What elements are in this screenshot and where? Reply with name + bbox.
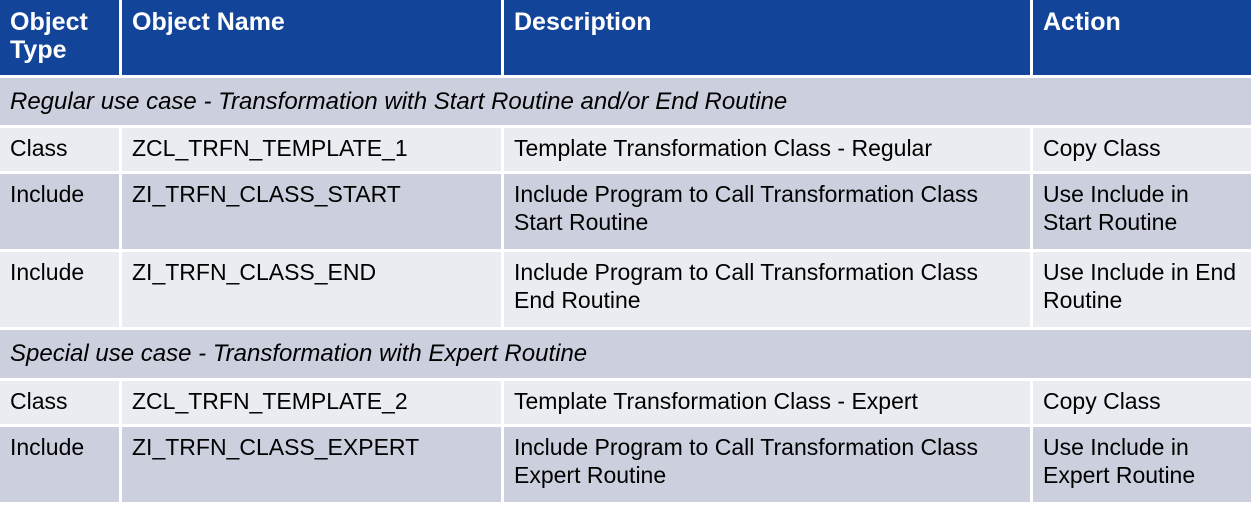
table-row: Include ZI_TRFN_CLASS_EXPERT Include Pro… <box>0 426 1251 505</box>
cell-object-type: Class <box>0 380 122 427</box>
cell-object-type: Include <box>0 174 122 253</box>
cell-object-name: ZI_TRFN_CLASS_END <box>122 252 504 331</box>
cell-action: Use Include in End Routine <box>1033 252 1251 331</box>
column-header-object-name: Object Name <box>122 0 504 78</box>
table-header-row: Object Type Object Name Description Acti… <box>0 0 1251 78</box>
section-title-regular: Regular use case - Transformation with S… <box>0 78 1251 129</box>
cell-object-name: ZCL_TRFN_TEMPLATE_1 <box>122 128 504 175</box>
cell-object-name: ZI_TRFN_CLASS_EXPERT <box>122 426 504 505</box>
cell-description: Include Program to Call Transformation C… <box>504 426 1033 505</box>
column-header-action: Action <box>1033 0 1251 78</box>
table-row: Class ZCL_TRFN_TEMPLATE_1 Template Trans… <box>0 128 1251 175</box>
cell-action: Copy Class <box>1033 128 1251 175</box>
cell-description: Include Program to Call Transformation C… <box>504 174 1033 253</box>
cell-description: Template Transformation Class - Regular <box>504 128 1033 175</box>
section-title-special: Special use case - Transformation with E… <box>0 330 1251 381</box>
cell-object-type: Include <box>0 426 122 505</box>
table-header: Object Type Object Name Description Acti… <box>0 0 1251 78</box>
table-row: Include ZI_TRFN_CLASS_START Include Prog… <box>0 174 1251 253</box>
column-header-object-type: Object Type <box>0 0 122 78</box>
section-header-row-special: Special use case - Transformation with E… <box>0 330 1251 381</box>
object-reference-table: Object Type Object Name Description Acti… <box>0 0 1251 505</box>
table-row: Include ZI_TRFN_CLASS_END Include Progra… <box>0 252 1251 331</box>
column-header-description: Description <box>504 0 1033 78</box>
cell-action: Use Include in Expert Routine <box>1033 426 1251 505</box>
table-body: Regular use case - Transformation with S… <box>0 78 1251 505</box>
cell-description: Include Program to Call Transformation C… <box>504 252 1033 331</box>
cell-object-name: ZCL_TRFN_TEMPLATE_2 <box>122 380 504 427</box>
section-header-row-regular: Regular use case - Transformation with S… <box>0 78 1251 129</box>
cell-object-name: ZI_TRFN_CLASS_START <box>122 174 504 253</box>
object-reference-table-container: Object Type Object Name Description Acti… <box>0 0 1251 505</box>
cell-action: Use Include in Start Routine <box>1033 174 1251 253</box>
cell-object-type: Class <box>0 128 122 175</box>
cell-object-type: Include <box>0 252 122 331</box>
cell-description: Template Transformation Class - Expert <box>504 380 1033 427</box>
cell-action: Copy Class <box>1033 380 1251 427</box>
table-row: Class ZCL_TRFN_TEMPLATE_2 Template Trans… <box>0 380 1251 427</box>
